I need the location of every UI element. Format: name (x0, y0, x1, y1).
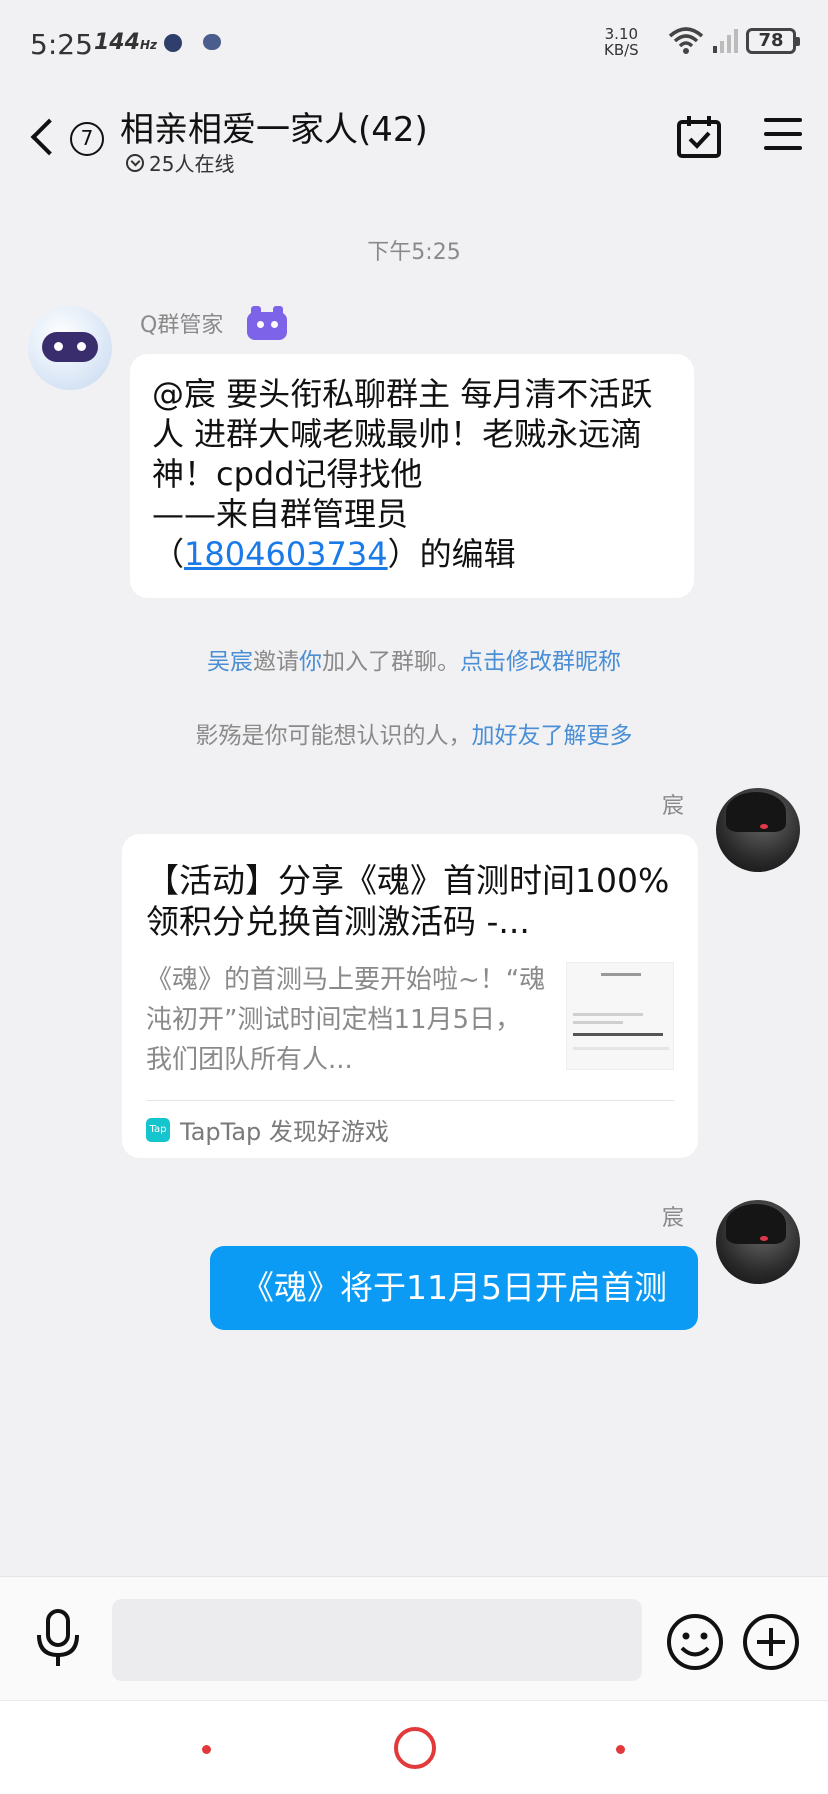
bot-message-signature: ——来自群管理员 (152, 495, 409, 533)
card-source-text: TapTap 发现好游戏 (180, 1118, 389, 1146)
refresh-rate: 144Hz (94, 30, 157, 55)
taptap-icon: Tap (146, 1117, 170, 1142)
add-friend-link[interactable]: 加好友了解更多 (472, 723, 633, 749)
robot-icon (245, 306, 289, 340)
plus-circle-icon[interactable] (742, 1613, 800, 1671)
back-button[interactable]: 7 (28, 116, 112, 166)
status-time: 5:25 (30, 28, 93, 61)
bot-message-bubble[interactable]: @宸 要头衔私聊群主 每月清不活跃人 进群大喊老贼最帅！老贼永远滴神！cpdd记… (130, 354, 694, 598)
bot-sender-row: Q群管家 (140, 306, 289, 340)
bot-message-text: @宸 要头衔私聊群主 每月清不活跃人 进群大喊老贼最帅！老贼永远滴神！cpdd记… (152, 375, 653, 493)
my-message-bubble[interactable]: 《魂》将于11月5日开启首测 (210, 1246, 698, 1330)
group-title[interactable]: 相亲相爱一家人(42) (120, 102, 428, 151)
card-source: Tap TapTap 发现好游戏 (146, 1112, 389, 1147)
message-input[interactable] (112, 1599, 642, 1681)
nav-back-button[interactable] (616, 1745, 625, 1754)
calendar-check-icon[interactable] (676, 114, 722, 160)
my-sender-name-2: 宸 (661, 1206, 684, 1231)
card-divider (146, 1100, 674, 1101)
system-nav-bar (0, 1700, 828, 1794)
network-speed: 3.10 KB/S (604, 25, 639, 59)
card-summary: 《魂》的首测马上要开始啦~！“魂沌初开”测试时间定档11月5日，我们团队所有人.… (146, 965, 546, 1075)
bot-sender-name: Q群管家 (140, 313, 224, 338)
phone-link[interactable]: 1804603734 (184, 535, 388, 573)
inviter-link[interactable]: 吴宸 (207, 649, 253, 675)
shared-link-card[interactable]: 【活动】分享《魂》首测时间100%领积分兑换首测激活码 -... 《魂》的首测马… (122, 834, 698, 1158)
nav-menu-button[interactable] (202, 1745, 211, 1754)
invitee-link[interactable]: 你 (299, 649, 322, 675)
wifi-icon (668, 27, 704, 54)
signal-icon (713, 29, 738, 53)
smiley-icon[interactable] (666, 1613, 724, 1671)
my-sender-name: 宸 (661, 794, 684, 819)
system-suggest-notice: 影殇是你可能想认识的人，加好友了解更多 (195, 723, 633, 749)
battery-indicator: 78 (746, 28, 800, 54)
message-input-bar (0, 1576, 828, 1700)
message-timestamp: 下午5:25 (367, 240, 461, 265)
notification-app-icon-2 (203, 34, 221, 50)
nav-home-button[interactable] (394, 1727, 436, 1769)
chevron-left-icon (30, 118, 68, 156)
online-status[interactable]: 25人在线 (126, 148, 234, 177)
microphone-icon[interactable] (34, 1609, 82, 1669)
card-title: 【活动】分享《魂》首测时间100%领积分兑换首测激活码 -... (146, 861, 670, 941)
notification-app-icon (164, 34, 182, 52)
chat-header: 7 相亲相爱一家人(42) 25人在线 (0, 90, 828, 190)
my-avatar[interactable] (716, 788, 800, 872)
system-invite-notice: 吴宸邀请你加入了群聊。点击修改群昵称 (207, 649, 621, 675)
hamburger-menu-icon[interactable] (764, 118, 802, 154)
card-thumbnail (566, 962, 674, 1070)
edit-nickname-link[interactable]: 点击修改群昵称 (460, 649, 621, 675)
chevron-down-circle-icon (126, 153, 144, 172)
bot-avatar[interactable] (28, 306, 112, 390)
status-bar: 5:25 144Hz 3.10 KB/S 78 (0, 0, 828, 90)
my-avatar-2[interactable] (716, 1200, 800, 1284)
online-count-text: 25人在线 (149, 152, 235, 176)
unread-count-badge: 7 (70, 122, 104, 156)
